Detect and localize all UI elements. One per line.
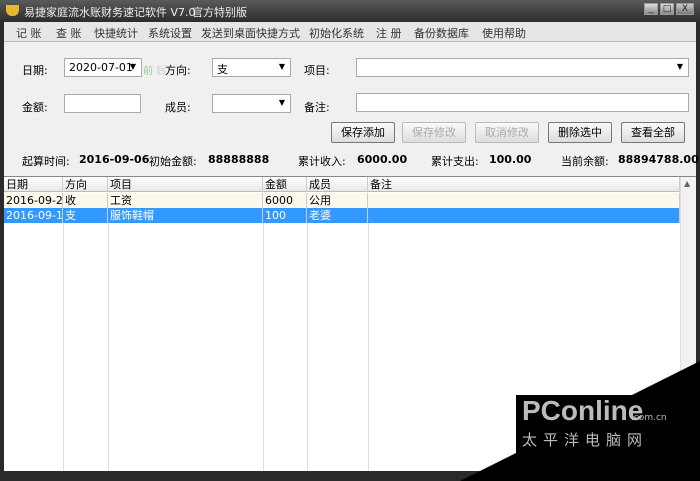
item-label: 项目: [304, 64, 330, 77]
cell-direction: 支 [63, 208, 108, 223]
member-label: 成员: [165, 101, 191, 114]
direction-value: 支 [217, 63, 228, 76]
column-divider [63, 223, 64, 471]
pconline-watermark-logo: PConline .com.cn 太平洋电脑网 [516, 395, 700, 481]
prev-day-link[interactable]: 前 [143, 62, 153, 77]
table-row[interactable]: 2016-09-20 收 工资 6000 公用 [4, 193, 680, 208]
menu-register[interactable]: 注 册 [376, 25, 402, 41]
amount-input[interactable] [64, 94, 141, 113]
cell-item: 工资 [108, 193, 263, 208]
cell-amount: 100 [263, 208, 307, 223]
app-icon [6, 5, 19, 16]
direction-select[interactable]: 支 [212, 58, 291, 77]
title-bar: 易捷家庭流水账财务速记软件 V7.0 官方特别版 _ □ X [0, 0, 700, 22]
initial-amount-label: 初始金额: [149, 155, 197, 168]
col-member[interactable]: 成员 [307, 177, 368, 192]
balance-label: 当前余额: [561, 155, 609, 168]
window-edition: 官方特别版 [192, 6, 247, 19]
menu-bar: 记 账 查 账 快捷统计 系统设置 发送到桌面快捷方式 初始化系统 注 册 备份… [4, 22, 696, 42]
cell-date: 2016-09-18 [6, 208, 63, 223]
col-date[interactable]: 日期 [4, 177, 63, 192]
date-picker[interactable]: 2020-07-01 [64, 58, 142, 77]
entry-form: 日期: 2020-07-01 前 后 方向: 支 项目: 金额: 成员: 备注:… [4, 42, 699, 176]
menu-help[interactable]: 使用帮助 [482, 25, 526, 41]
cell-member: 公用 [307, 193, 368, 208]
col-direction[interactable]: 方向 [63, 177, 108, 192]
save-edit-button[interactable]: 保存修改 [402, 122, 466, 143]
menu-quick-stats[interactable]: 快捷统计 [94, 25, 138, 41]
col-note[interactable]: 备注 [368, 177, 680, 192]
start-time-label: 起算时间: [22, 155, 70, 168]
member-select[interactable] [212, 94, 291, 113]
item-select[interactable] [356, 58, 689, 77]
delete-selected-button[interactable]: 删除选中 [548, 122, 612, 143]
cell-note [368, 208, 680, 223]
watermark-cn: 太平洋电脑网 [522, 431, 649, 449]
menu-backup[interactable]: 备份数据库 [414, 25, 469, 41]
initial-amount-value: 88888888 [208, 153, 270, 166]
cancel-edit-button[interactable]: 取消修改 [475, 122, 539, 143]
menu-settings[interactable]: 系统设置 [148, 25, 192, 41]
total-expense-label: 累计支出: [431, 155, 479, 168]
close-button[interactable]: X [676, 3, 694, 15]
cell-item: 服饰鞋帽 [108, 208, 263, 223]
total-income-value: 6000.00 [357, 153, 408, 166]
watermark-domain: .com.cn [631, 413, 667, 423]
total-expense-value: 100.00 [489, 153, 532, 166]
start-time-value: 2016-09-06 [79, 153, 150, 166]
menu-init-system[interactable]: 初始化系统 [309, 25, 364, 41]
note-input[interactable] [356, 93, 689, 112]
cell-date: 2016-09-20 [6, 193, 63, 208]
view-all-button[interactable]: 查看全部 [621, 122, 685, 143]
menu-query[interactable]: 查 账 [56, 25, 82, 41]
date-label: 日期: [22, 64, 48, 77]
amount-label: 金额: [22, 101, 48, 114]
table-header: 日期 方向 项目 金额 成员 备注 [4, 177, 680, 192]
menu-bookkeeping[interactable]: 记 账 [16, 25, 42, 41]
balance-value: 88894788.00 [618, 153, 699, 166]
scroll-up-arrow-icon[interactable]: ▲ [684, 179, 690, 188]
maximize-button[interactable]: □ [660, 3, 674, 15]
minimize-button[interactable]: _ [644, 3, 658, 15]
note-label: 备注: [304, 101, 330, 114]
watermark-brand: PConline [522, 395, 644, 426]
cell-amount: 6000 [263, 193, 307, 208]
menu-desktop-shortcut[interactable]: 发送到桌面快捷方式 [201, 25, 300, 41]
direction-label: 方向: [165, 64, 191, 77]
cell-note [368, 193, 680, 208]
total-income-label: 累计收入: [298, 155, 346, 168]
column-divider [307, 223, 308, 471]
cell-member: 老婆 [307, 208, 368, 223]
date-value: 2020-07-01 [69, 61, 133, 74]
save-add-button[interactable]: 保存添加 [331, 122, 395, 143]
window-title: 易捷家庭流水账财务速记软件 V7.0 [24, 6, 196, 19]
table-row-selected[interactable]: 2016-09-18 支 服饰鞋帽 100 老婆 [4, 208, 680, 223]
column-divider [263, 223, 264, 471]
col-item[interactable]: 项目 [108, 177, 263, 192]
cell-direction: 收 [63, 193, 108, 208]
column-divider [368, 223, 369, 471]
col-amount[interactable]: 金额 [263, 177, 307, 192]
column-divider [108, 223, 109, 471]
